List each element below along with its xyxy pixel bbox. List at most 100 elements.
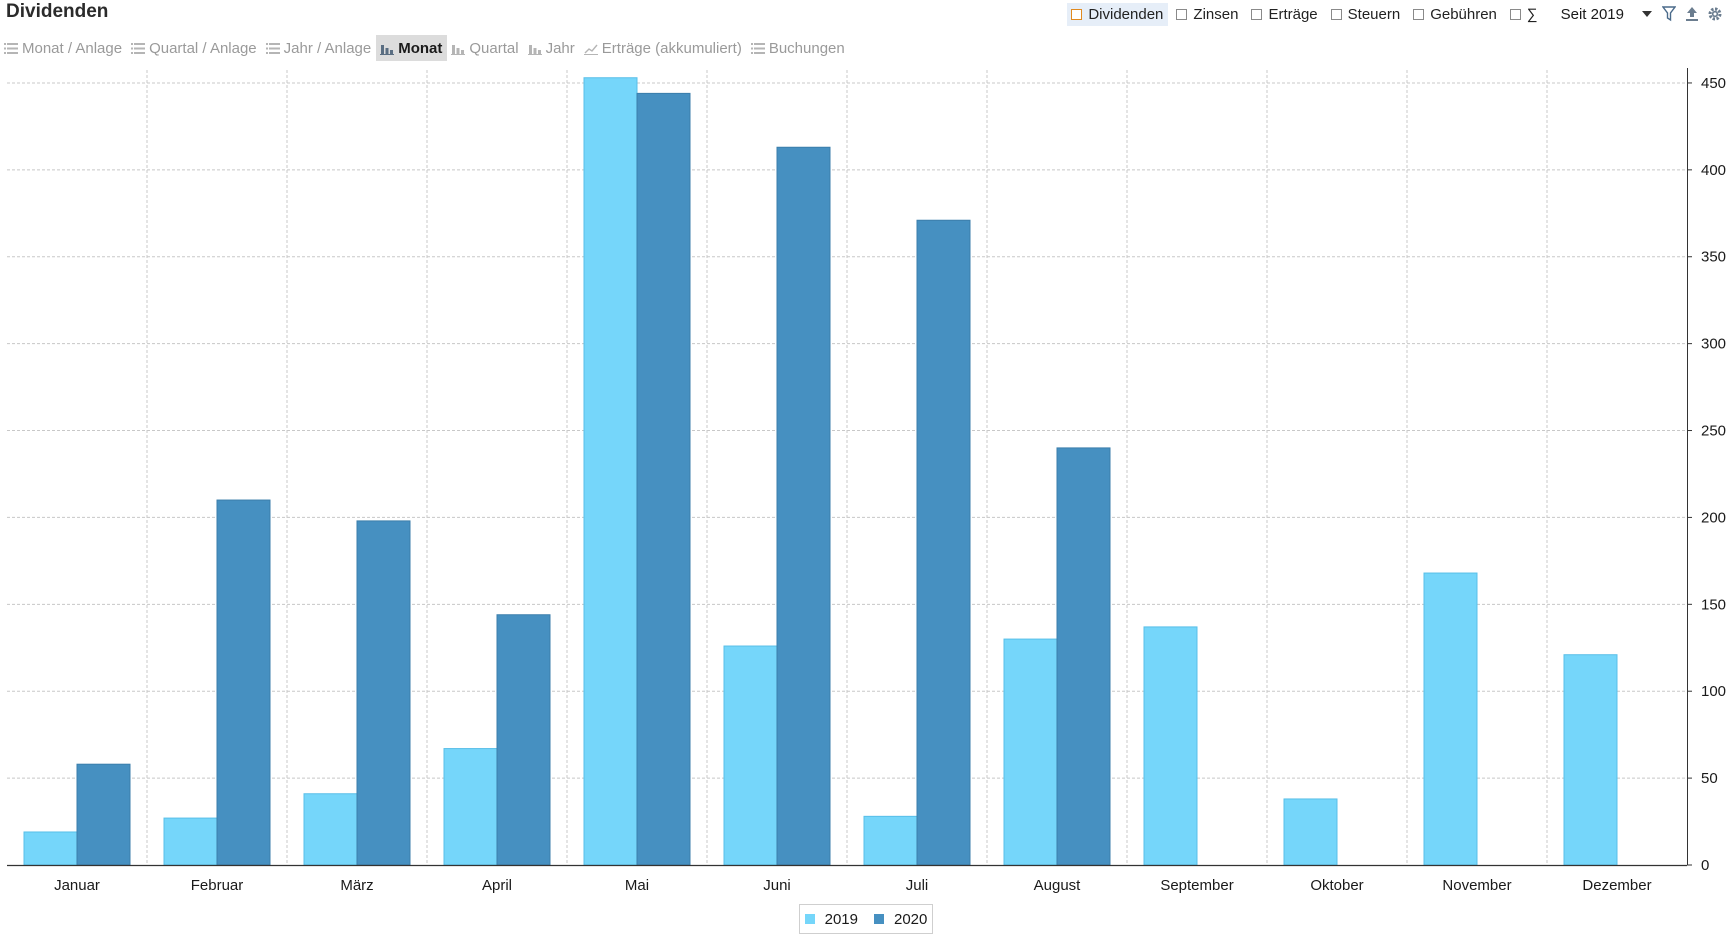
- view-tab-label: Buchungen: [768, 39, 845, 57]
- toggle-label: Steuern: [1347, 5, 1401, 23]
- y-tick-label: 0: [1701, 857, 1709, 874]
- checkbox-icon[interactable]: [1251, 8, 1263, 20]
- bar-2020-märz: [356, 520, 411, 866]
- toggle-dividenden[interactable]: Dividenden: [1067, 2, 1169, 26]
- view-selector: Monat / Anlage Quartal / Anlage Jahr / A…: [0, 35, 850, 61]
- view-tab-label: Jahr / Anlage: [283, 39, 372, 57]
- view-tab-jahr[interactable]: Jahr: [524, 35, 580, 61]
- bar-2020-august: [1056, 447, 1111, 866]
- y-tick-label: 50: [1701, 770, 1718, 787]
- toggle-label: Zinsen: [1193, 5, 1239, 23]
- toggle-zinsen[interactable]: Zinsen: [1172, 3, 1243, 26]
- chart-area: Januar Februar März April Mai Juni Juli August S…: [0, 60, 1727, 934]
- legend-swatch: [804, 914, 815, 924]
- checkbox-icon[interactable]: [1413, 8, 1425, 20]
- bar-2020-juni: [776, 146, 831, 866]
- list-icon: [750, 41, 766, 55]
- legend-item-2020[interactable]: 2020: [874, 911, 927, 928]
- list-icon: [4, 41, 19, 55]
- y-tick-label: 200: [1701, 509, 1726, 526]
- view-tab-ertraege-akkumuliert[interactable]: Erträge (akkumuliert): [580, 35, 747, 61]
- page-title: Dividenden: [6, 1, 109, 22]
- x-tick-label: April: [482, 877, 512, 894]
- checkbox-icon[interactable]: [1071, 8, 1083, 20]
- view-tab-label: Quartal / Anlage: [149, 39, 257, 57]
- y-tick-label: 350: [1701, 249, 1726, 266]
- bar-chart-icon: [527, 41, 543, 55]
- toggle-label: Dividenden: [1088, 5, 1164, 23]
- x-tick-label: Dezember: [1582, 877, 1651, 894]
- toggle-steuern[interactable]: Steuern: [1327, 3, 1406, 26]
- x-tick-label: Oktober: [1310, 877, 1363, 894]
- bar-2019-dezember: [1563, 654, 1618, 866]
- period-label: Seit 2019: [1560, 5, 1624, 23]
- x-tick-label: August: [1034, 877, 1082, 894]
- view-tab-jahr-anlage[interactable]: Jahr / Anlage: [262, 35, 377, 61]
- y-tick-label: 450: [1701, 75, 1726, 92]
- x-tick-label: Mai: [625, 877, 649, 894]
- export-icon[interactable]: [1681, 3, 1703, 25]
- bar-2019-februar: [163, 817, 218, 866]
- y-tick-label: 300: [1701, 336, 1726, 353]
- y-tick-label: 400: [1701, 162, 1726, 179]
- x-tick-label: September: [1160, 877, 1233, 894]
- x-tick-label: Februar: [191, 877, 244, 894]
- bar-2019-mai: [583, 77, 638, 866]
- y-tick-label: 250: [1701, 423, 1726, 440]
- filter-icon[interactable]: [1658, 3, 1680, 25]
- view-tab-buchungen[interactable]: Buchungen: [747, 35, 850, 61]
- bar-2019-november: [1423, 572, 1478, 866]
- bar-chart: Januar Februar März April Mai Juni Juli August S…: [7, 68, 1726, 894]
- y-tick-label: 150: [1701, 596, 1726, 613]
- bar-2019-märz: [303, 793, 358, 866]
- view-tab-label: Quartal: [469, 39, 519, 57]
- bar-2020-januar: [76, 763, 131, 866]
- checkbox-icon[interactable]: [1330, 8, 1342, 20]
- x-tick-label: Januar: [54, 877, 100, 894]
- x-tick-label: Juli: [906, 877, 929, 894]
- view-tab-label: Monat: [398, 39, 443, 57]
- bar-2020-mai: [636, 92, 691, 866]
- list-icon: [265, 41, 281, 55]
- legend-label: 2020: [894, 910, 928, 928]
- toggle-gebuehren[interactable]: Gebühren: [1409, 3, 1502, 26]
- x-tick-label: Juni: [763, 877, 791, 894]
- y-tick-label: 100: [1701, 683, 1726, 700]
- bar-chart-icon: [451, 41, 466, 55]
- checkbox-icon[interactable]: [1509, 8, 1521, 20]
- view-tab-monat-anlage[interactable]: Monat / Anlage: [0, 35, 127, 61]
- chevron-down-icon[interactable]: [1642, 11, 1652, 17]
- toggle-label: Gebühren: [1430, 5, 1497, 23]
- bar-2019-september: [1143, 626, 1198, 866]
- bar-2020-februar: [216, 499, 271, 866]
- gear-icon[interactable]: [1704, 3, 1726, 25]
- category-toggles: Dividenden Zinsen Erträge Steuern Gebühr…: [1063, 2, 1727, 26]
- chart-legend: 2019 2020: [799, 904, 933, 934]
- view-tab-monat[interactable]: Monat: [376, 35, 448, 61]
- legend-label: 2019: [824, 910, 858, 928]
- bar-2019-juni: [723, 645, 778, 866]
- bar-2019-august: [1003, 638, 1058, 866]
- header: Dividenden Dividenden Zinsen Erträge Ste…: [0, 0, 1727, 28]
- toggle-ertraege[interactable]: Erträge: [1247, 3, 1322, 26]
- toggle-sum[interactable]: ∑: [1506, 3, 1543, 26]
- bar-2019-juli: [863, 815, 918, 866]
- legend-swatch: [874, 914, 884, 924]
- legend-item-2019[interactable]: 2019: [804, 910, 858, 928]
- bar-2020-juli: [916, 219, 971, 866]
- x-tick-label: November: [1442, 877, 1511, 894]
- bar-2019-april: [443, 748, 498, 866]
- toggle-label: Erträge: [1268, 5, 1318, 23]
- toggle-label: ∑: [1526, 5, 1538, 23]
- bar-2019-januar: [23, 831, 78, 866]
- view-tab-label: Erträge (akkumuliert): [601, 39, 742, 57]
- view-tab-quartal-anlage[interactable]: Quartal / Anlage: [127, 35, 262, 61]
- list-icon: [131, 41, 146, 55]
- checkbox-icon[interactable]: [1176, 8, 1188, 20]
- x-tick-label: März: [340, 877, 373, 894]
- view-tab-quartal[interactable]: Quartal: [447, 35, 523, 61]
- view-tab-label: Jahr: [545, 39, 575, 57]
- line-chart-icon: [583, 41, 599, 55]
- bar-2020-april: [496, 614, 551, 866]
- period-dropdown[interactable]: Seit 2019: [1561, 6, 1652, 23]
